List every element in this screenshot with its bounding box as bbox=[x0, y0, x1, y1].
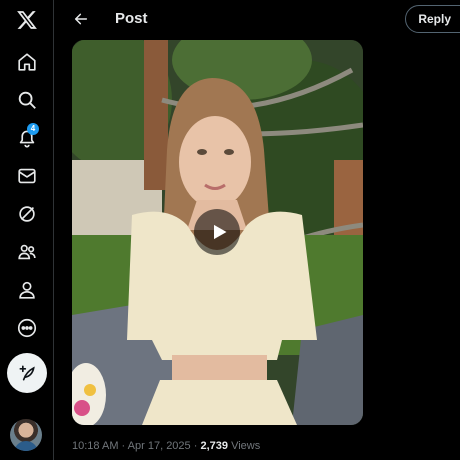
avatar[interactable] bbox=[10, 419, 42, 451]
compose-button[interactable] bbox=[7, 353, 47, 393]
app-root: 4 Post Reply 10:18 AM · Apr 17, 2025 · 2… bbox=[0, 0, 460, 460]
reply-button[interactable]: Reply bbox=[405, 5, 460, 33]
messages-icon[interactable] bbox=[8, 157, 46, 195]
play-icon bbox=[213, 224, 226, 240]
more-icon[interactable] bbox=[8, 309, 46, 347]
profile-icon[interactable] bbox=[8, 271, 46, 309]
post-time[interactable]: 10:18 AM bbox=[72, 440, 118, 452]
meta-separator: · bbox=[193, 440, 198, 452]
notifications-badge: 4 bbox=[27, 123, 39, 135]
play-button[interactable] bbox=[194, 209, 240, 255]
post-header: Post Reply bbox=[55, 0, 460, 38]
post-meta: 10:18 AM · Apr 17, 2025 · 2,739 Views bbox=[72, 440, 260, 452]
home-icon[interactable] bbox=[8, 43, 46, 81]
grok-icon[interactable] bbox=[8, 195, 46, 233]
x-logo-icon[interactable] bbox=[8, 1, 46, 39]
post-date[interactable]: Apr 17, 2025 bbox=[128, 440, 191, 452]
views-count[interactable]: 2,739 bbox=[200, 440, 228, 452]
sidebar-nav: 4 bbox=[0, 0, 54, 460]
explore-icon[interactable] bbox=[8, 81, 46, 119]
views-label: Views bbox=[231, 440, 261, 452]
feather-plus-icon bbox=[19, 365, 35, 381]
meta-separator: · bbox=[121, 440, 126, 452]
communities-icon[interactable] bbox=[8, 233, 46, 271]
back-arrow-icon[interactable] bbox=[71, 9, 91, 29]
page-title: Post bbox=[115, 10, 148, 27]
post-video[interactable] bbox=[72, 40, 363, 425]
notifications-icon[interactable]: 4 bbox=[8, 119, 46, 157]
